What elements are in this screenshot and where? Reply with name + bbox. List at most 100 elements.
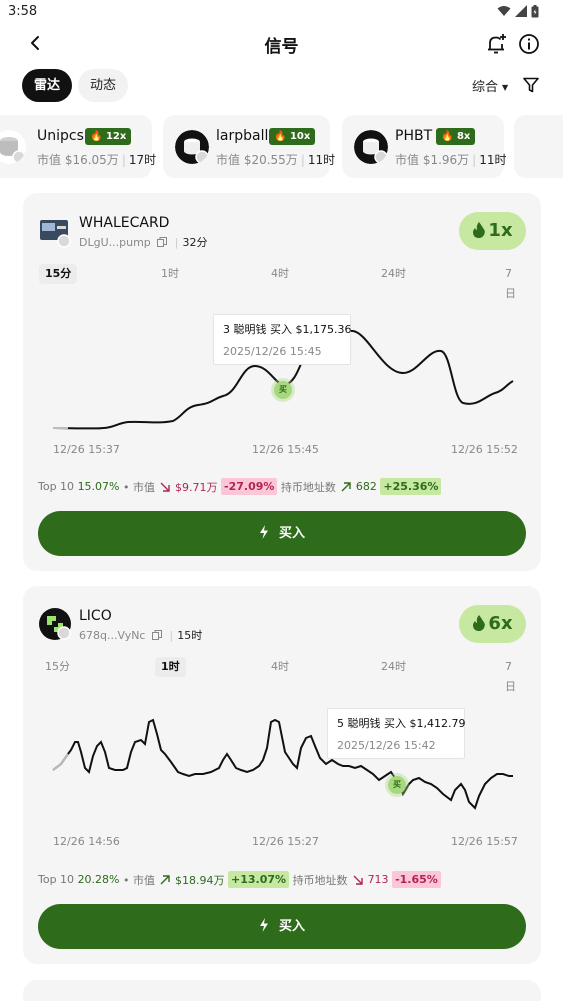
tooltip-time: 2025/12/26 15:45 <box>223 345 322 358</box>
range-4h[interactable]: 4时 <box>265 657 295 677</box>
sort-label: 综合 <box>472 80 499 95</box>
signal-card: LICO 678q...VyNc | 15时 6x 15分 1时 4时 24时 7… <box>23 586 541 964</box>
signal-card: WHALECARD DLgU...pump | 32分 1x 15分 1时 4时 … <box>23 193 541 571</box>
battery-icon <box>531 4 539 17</box>
token-meta: DLgU...pump | 32分 <box>79 236 208 249</box>
range-4h[interactable]: 4时 <box>265 264 295 284</box>
chip-age: 17时 <box>128 153 157 167</box>
range-24h[interactable]: 24时 <box>375 657 412 677</box>
range-15m[interactable]: 15分 <box>39 657 76 677</box>
range-7d[interactable]: 7日 <box>499 264 525 300</box>
page-title: 信号 <box>264 37 299 57</box>
mcap-label: • 市值 <box>123 480 156 494</box>
chip-meta: 市值 $20.55万 | 11时 <box>216 153 336 167</box>
arrow-down-right-icon <box>353 875 363 885</box>
chip-market-cap: 市值 $1.96万 <box>395 153 470 167</box>
range-selector: 15分 1时 4时 24时 7日 <box>39 657 525 693</box>
token-stats: Top 10 20.28% • 市值 $18.94万 +13.07% 持币地址数… <box>38 871 441 888</box>
holders-change: +25.36% <box>380 478 442 495</box>
x-tick: 12/26 15:45 <box>252 443 319 456</box>
chip-market-cap: 市值 $16.05万 <box>37 153 119 167</box>
range-1h[interactable]: 1时 <box>155 264 185 284</box>
arrow-down-right-icon <box>160 482 170 492</box>
token-chip[interactable]: larpball 🔥 10x 市值 $20.55万 | 11时 <box>163 115 335 178</box>
range-15m[interactable]: 15分 <box>39 264 78 284</box>
mcap-change: +13.07% <box>228 871 290 888</box>
flame-icon <box>473 615 486 631</box>
range-selector: 15分 1时 4时 24时 7日 <box>39 264 525 300</box>
multiplier-badge: 1x <box>459 212 526 250</box>
x-tick: 12/26 15:57 <box>451 835 518 848</box>
top10-label: Top 10 <box>38 873 75 886</box>
token-chip[interactable]: PHBT 🔥 8x 市值 $1.96万 | 11时 <box>342 115 507 178</box>
buy-tooltip: 3 聪明钱 买入 $1,175.36 2025/12/26 15:45 <box>213 314 351 365</box>
token-address: 678q...VyNc <box>79 629 146 642</box>
buy-button[interactable]: 买入 <box>38 511 526 556</box>
top10-label: Top 10 <box>38 480 75 493</box>
token-stats: Top 10 15.07% • 市值 $9.71万 -27.09% 持币地址数 … <box>38 478 442 495</box>
info-icon <box>519 34 539 54</box>
caret-down-icon: ▼ <box>502 83 509 92</box>
chip-name: PHBT <box>395 128 433 144</box>
chip-badge: 🔥 8x <box>436 128 476 145</box>
token-chip[interactable]: Unipcs 🔥 12x 市值 $16.05万 | 17时 <box>0 115 156 178</box>
holders-label: 持币地址数 <box>292 873 348 887</box>
holders-change: -1.65% <box>392 871 441 888</box>
token-avatar <box>40 220 71 248</box>
wifi-icon <box>497 6 511 16</box>
token-avatar <box>354 130 388 164</box>
x-tick: 12/26 15:37 <box>53 443 120 456</box>
chip-badge-value: 8x <box>456 131 471 142</box>
range-24h[interactable]: 24时 <box>375 264 412 284</box>
alert-bell-button[interactable] <box>484 32 508 56</box>
token-age: 15时 <box>177 629 203 642</box>
multiplier-value: 1x <box>488 220 513 241</box>
tab-radar[interactable]: 雷达 <box>22 69 73 102</box>
hot-token-strip: Unipcs 🔥 12x 市值 $16.05万 | 17时 larpball 🔥 1… <box>0 115 563 178</box>
buy-button[interactable]: 买入 <box>38 904 526 949</box>
buy-marker[interactable]: 买 <box>388 776 406 794</box>
token-avatar <box>0 130 26 164</box>
mcap-value: $9.71万 <box>175 480 218 494</box>
x-axis: 12/26 15:37 12/26 15:45 12/26 15:52 <box>53 443 518 457</box>
info-button[interactable] <box>517 32 541 56</box>
sort-dropdown[interactable]: 综合 ▼ <box>472 76 508 95</box>
token-address: DLgU...pump <box>79 236 151 249</box>
token-name: WHALECARD <box>79 215 170 231</box>
chip-badge-value: 12x <box>105 131 127 142</box>
holders-value: 713 <box>367 873 389 886</box>
range-7d[interactable]: 7日 <box>499 657 525 693</box>
token-avatar <box>175 130 209 164</box>
chip-market-cap: 市值 $20.55万 <box>216 153 298 167</box>
price-line-fade <box>52 753 69 771</box>
multiplier-badge: 6x <box>459 605 526 643</box>
chip-age: 11时 <box>307 153 336 167</box>
arrow-up-right-icon <box>341 481 351 491</box>
status-time: 3:58 <box>8 4 38 19</box>
copy-icon[interactable] <box>157 237 168 247</box>
tab-bar: 雷达 动态 <box>22 69 129 102</box>
chip-badge-value: 10x <box>289 131 311 142</box>
status-bar: 3:58 <box>0 0 563 24</box>
status-icons <box>497 4 539 18</box>
tooltip-time: 2025/12/26 15:42 <box>337 739 436 752</box>
x-tick: 12/26 15:27 <box>252 835 319 848</box>
bell-plus-icon <box>488 34 506 54</box>
buy-marker[interactable]: 买 <box>274 381 292 399</box>
buy-label: 买入 <box>278 526 305 541</box>
copy-icon[interactable] <box>151 630 162 640</box>
mcap-label: • 市值 <box>123 873 156 887</box>
token-chip[interactable] <box>514 115 563 178</box>
chip-age: 11时 <box>479 153 507 167</box>
chip-meta: 市值 $1.96万 | 11时 <box>395 153 507 167</box>
top10-value: 20.28% <box>77 873 120 886</box>
range-1h[interactable]: 1时 <box>155 657 186 677</box>
multiplier-value: 6x <box>488 613 513 634</box>
top10-value: 15.07% <box>77 480 120 493</box>
arrow-up-right-icon <box>160 874 170 884</box>
token-avatar <box>39 608 71 640</box>
chip-meta: 市值 $16.05万 | 17时 <box>37 153 157 167</box>
tab-activity[interactable]: 动态 <box>78 69 129 102</box>
filter-button[interactable] <box>523 77 539 93</box>
chip-name: larpball <box>216 128 269 144</box>
